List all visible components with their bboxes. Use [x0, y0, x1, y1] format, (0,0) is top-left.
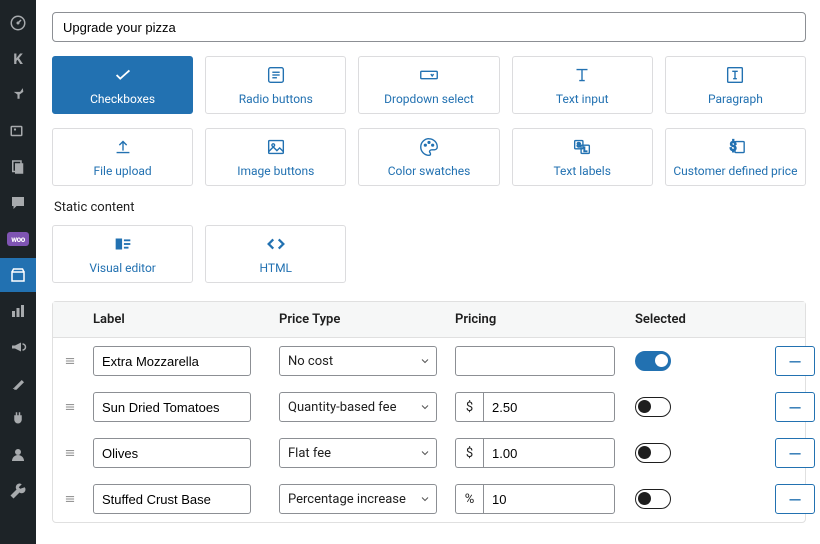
nav-dashboard[interactable] — [0, 6, 36, 40]
field-type-text[interactable]: Text input — [512, 56, 653, 114]
table-header: Label Price Type Pricing Selected — [53, 302, 805, 338]
option-label-input[interactable] — [93, 484, 251, 514]
options-table: Label Price Type Pricing Selected No cos… — [52, 301, 806, 523]
nav-pin[interactable] — [0, 78, 36, 112]
table-row: Flat fee $ – — [53, 430, 805, 476]
field-type-label: Dropdown select — [384, 92, 474, 106]
field-type-label: Image buttons — [237, 164, 314, 178]
col-label: Label — [93, 312, 279, 327]
nav-users[interactable] — [0, 438, 36, 472]
field-type-color-swatches[interactable]: Color swatches — [358, 128, 499, 186]
col-pricing: Pricing — [455, 312, 635, 327]
drag-handle[interactable] — [63, 446, 93, 460]
field-type-file-upload[interactable]: File upload — [52, 128, 193, 186]
field-type-label: Radio buttons — [239, 92, 313, 106]
nav-marketing[interactable] — [0, 330, 36, 364]
static-type-grid: Visual editor HTML — [52, 225, 806, 283]
static-type-label: Visual editor — [89, 261, 156, 275]
table-row: Quantity-based fee $ – — [53, 384, 805, 430]
static-content-heading: Static content — [54, 200, 806, 215]
price-prefix: $ — [455, 438, 483, 468]
field-type-label: Customer defined price — [673, 164, 797, 178]
table-row: No cost – — [53, 338, 805, 384]
option-label-input[interactable] — [93, 438, 251, 468]
drag-handle[interactable] — [63, 354, 93, 368]
main-content: Checkboxes Radio buttons Dropdown select… — [36, 0, 820, 544]
option-label-input[interactable] — [93, 392, 251, 422]
selected-toggle[interactable] — [635, 351, 671, 371]
price-type-select[interactable]: Percentage increase — [279, 484, 437, 514]
field-type-customer-price[interactable]: $ Customer defined price — [665, 128, 806, 186]
static-visual-editor[interactable]: Visual editor — [52, 225, 193, 283]
static-html[interactable]: HTML — [205, 225, 346, 283]
field-type-checkboxes[interactable]: Checkboxes — [52, 56, 193, 114]
svg-text:L: L — [584, 146, 588, 154]
nav-plugins[interactable] — [0, 402, 36, 436]
col-selected: Selected — [635, 312, 745, 327]
price-input[interactable] — [483, 484, 615, 514]
selected-toggle[interactable] — [635, 397, 671, 417]
option-label-input[interactable] — [93, 346, 251, 376]
nav-analytics[interactable] — [0, 294, 36, 328]
field-type-label: File upload — [93, 164, 151, 178]
table-row: Percentage increase % – — [53, 476, 805, 522]
nav-media[interactable] — [0, 114, 36, 148]
nav-tools[interactable] — [0, 474, 36, 508]
field-type-label: Checkboxes — [90, 92, 155, 106]
price-type-select[interactable]: Quantity-based fee — [279, 392, 437, 422]
field-type-label: Paragraph — [708, 92, 763, 106]
price-prefix: $ — [455, 392, 483, 422]
price-input[interactable] — [483, 392, 615, 422]
field-type-label: Text input — [556, 92, 609, 106]
nav-products[interactable] — [0, 258, 36, 292]
nav-comments[interactable] — [0, 186, 36, 220]
drag-handle[interactable] — [63, 400, 93, 414]
price-input-empty[interactable] — [455, 346, 615, 376]
nav-k[interactable]: K — [0, 42, 36, 76]
option-title-input[interactable] — [52, 12, 806, 42]
col-price-type: Price Type — [279, 312, 455, 327]
price-prefix: % — [455, 484, 483, 514]
price-input[interactable] — [483, 438, 615, 468]
remove-row-button[interactable]: – — [775, 392, 815, 422]
price-type-select[interactable]: No cost — [279, 346, 437, 376]
field-type-label: Color swatches — [388, 164, 471, 178]
field-type-text-labels[interactable]: SL Text labels — [512, 128, 653, 186]
field-type-radio[interactable]: Radio buttons — [205, 56, 346, 114]
field-type-image-buttons[interactable]: Image buttons — [205, 128, 346, 186]
remove-row-button[interactable]: – — [775, 346, 815, 376]
drag-handle[interactable] — [63, 492, 93, 506]
nav-woo[interactable]: woo — [0, 222, 36, 256]
nav-appearance[interactable] — [0, 366, 36, 400]
remove-row-button[interactable]: – — [775, 484, 815, 514]
selected-toggle[interactable] — [635, 443, 671, 463]
field-type-paragraph[interactable]: Paragraph — [665, 56, 806, 114]
field-type-grid-2: File upload Image buttons Color swatches… — [52, 128, 806, 186]
nav-pages[interactable] — [0, 150, 36, 184]
selected-toggle[interactable] — [635, 489, 671, 509]
svg-text:S: S — [577, 141, 581, 149]
static-type-label: HTML — [260, 261, 293, 275]
remove-row-button[interactable]: – — [775, 438, 815, 468]
field-type-grid-1: Checkboxes Radio buttons Dropdown select… — [52, 56, 806, 114]
price-type-select[interactable]: Flat fee — [279, 438, 437, 468]
field-type-label: Text labels — [553, 164, 610, 178]
admin-sidebar: K woo — [0, 0, 36, 544]
field-type-dropdown[interactable]: Dropdown select — [358, 56, 499, 114]
